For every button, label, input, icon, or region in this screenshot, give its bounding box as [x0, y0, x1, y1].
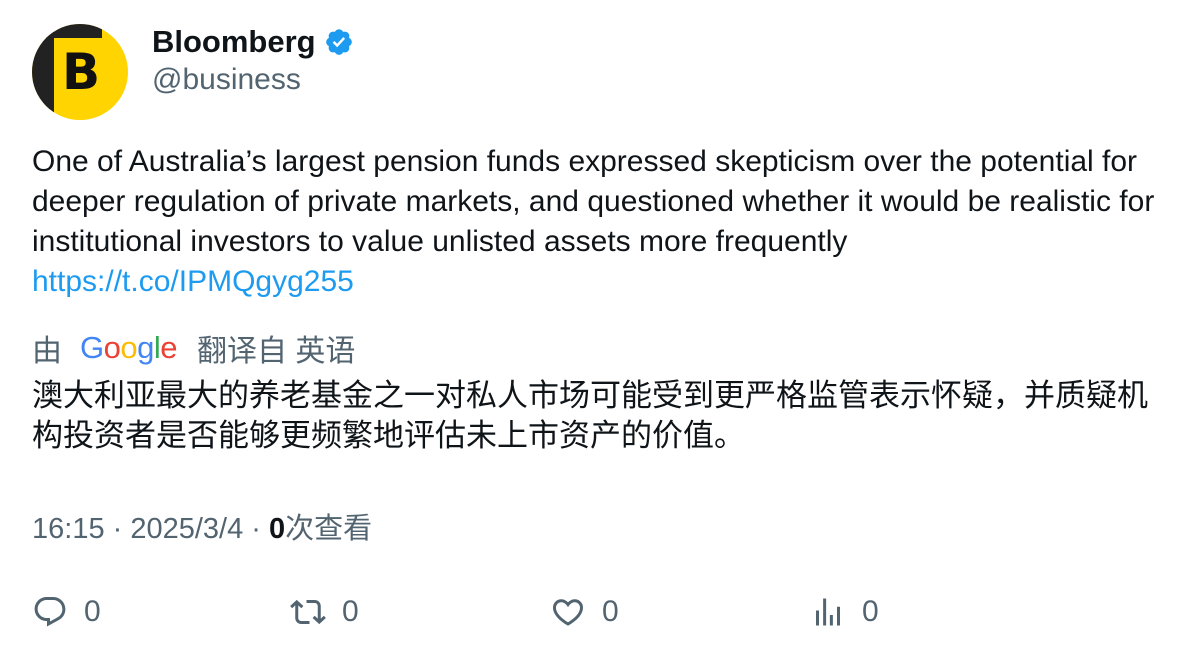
meta-separator: · — [104, 513, 131, 545]
views-count: 0 — [269, 513, 286, 545]
author-display-name[interactable]: Bloomberg — [152, 24, 316, 60]
views-button[interactable]: 0 — [810, 590, 879, 634]
tweet-date[interactable]: 2025/3/4 — [130, 513, 243, 545]
reply-count: 0 — [84, 595, 101, 628]
action-bar: 0 0 0 0 — [32, 590, 1162, 634]
views-label: 次查看 — [285, 513, 373, 545]
author-name-row: Bloomberg — [152, 22, 354, 62]
meta-separator: · — [243, 513, 270, 545]
retweet-button[interactable]: 0 — [290, 590, 359, 634]
avatar-dark-top — [32, 24, 102, 38]
like-button[interactable]: 0 — [550, 590, 619, 634]
tweet-meta: 16:15 · 2025/3/4 · 0次查看 — [32, 505, 372, 547]
heart-icon — [552, 599, 584, 626]
translation-suffix: 翻译自 英语 — [197, 335, 356, 368]
google-logo: Google — [80, 330, 178, 365]
tweet-time[interactable]: 16:15 — [32, 513, 105, 545]
avatar[interactable]: B — [32, 24, 128, 120]
tweet-card: B Bloomberg @business One of Australia’s… — [0, 0, 1196, 658]
tweet-link[interactable]: https://t.co/IPMQgyg255 — [32, 265, 354, 298]
reply-button[interactable]: 0 — [32, 590, 101, 634]
avatar-dark-edge — [32, 24, 54, 120]
retweet-icon — [290, 599, 326, 625]
translation-attribution: 由 Google 翻译自 英语 — [32, 326, 355, 370]
analytics-icon — [816, 598, 840, 626]
verified-badge-icon — [325, 29, 352, 55]
retweet-count: 0 — [342, 595, 359, 628]
translation-prefix: 由 — [32, 335, 62, 368]
views-action-count: 0 — [862, 595, 879, 628]
tweet-text-content: One of Australia’s largest pension funds… — [32, 145, 1155, 258]
author-handle[interactable]: @business — [152, 63, 301, 97]
avatar-letter: B — [62, 43, 101, 101]
like-count: 0 — [602, 595, 619, 628]
reply-icon — [34, 597, 66, 627]
tweet-text: One of Australia’s largest pension funds… — [32, 142, 1162, 302]
translated-text: 澳大利亚最大的养老基金之一对私人市场可能受到更严格监管表示怀疑，并质疑机构投资者… — [32, 378, 1148, 453]
